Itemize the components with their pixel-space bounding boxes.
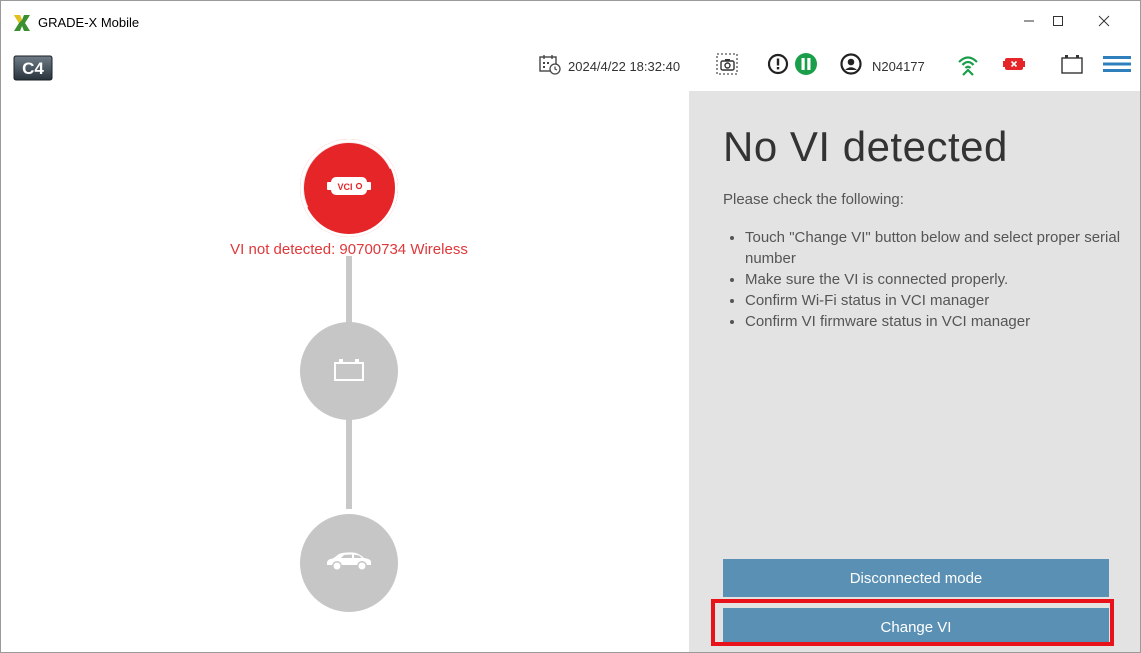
pause-icon — [794, 52, 818, 81]
wireless-status[interactable] — [955, 49, 981, 83]
list-item: Touch "Change VI" button below and selec… — [745, 227, 1140, 269]
alert-button[interactable] — [767, 49, 789, 83]
close-button[interactable] — [1084, 7, 1124, 35]
panel-heading: No VI detected — [723, 123, 1008, 170]
list-item: Confirm VI firmware status in VCI manage… — [745, 311, 1140, 332]
svg-text:C4: C4 — [22, 59, 44, 78]
close-icon — [1098, 15, 1110, 27]
screenshot-button[interactable] — [714, 49, 740, 83]
step-connector — [346, 256, 352, 326]
vci-step-circle[interactable]: VCI — [300, 139, 398, 237]
wireless-icon — [955, 51, 981, 82]
title-bar: GRADE-X Mobile — [1, 1, 1140, 41]
connection-steps-pane: VCI VI not detected: 90700734 Wireless — [1, 91, 689, 652]
list-item: Confirm Wi-Fi status in VCI manager — [745, 290, 1140, 311]
datetime-display: 2024/4/22 18:32:40 — [538, 49, 680, 83]
disconnected-mode-button[interactable]: Disconnected mode — [723, 559, 1109, 597]
vehicle-step-circle[interactable] — [300, 514, 398, 612]
battery-icon — [1060, 52, 1084, 81]
datetime-text: 2024/4/22 18:32:40 — [568, 58, 681, 74]
minimize-icon — [1024, 20, 1034, 22]
vci-status-icon — [1002, 52, 1026, 81]
svg-text:VCI: VCI — [337, 182, 352, 192]
vci-status[interactable] — [1002, 49, 1026, 83]
alert-icon — [767, 53, 789, 80]
info-panel: No VI detected Please check the followin… — [689, 91, 1140, 652]
battery-step-circle[interactable] — [300, 322, 398, 420]
change-vi-button[interactable]: Change VI — [723, 608, 1109, 646]
battery-status[interactable] — [1060, 49, 1084, 83]
main-menu-button[interactable] — [1102, 49, 1132, 83]
maximize-icon — [1053, 16, 1063, 26]
user-account[interactable]: N204177 — [840, 49, 925, 83]
app-window: GRADE-X Mobile C4 2024/4/22 18:32:40 N20… — [0, 0, 1141, 653]
battery-icon — [332, 356, 366, 387]
pause-button[interactable] — [794, 49, 818, 83]
c4-logo[interactable]: C4 — [13, 55, 53, 81]
screenshot-icon — [714, 51, 740, 82]
car-icon — [324, 550, 374, 577]
window-title: GRADE-X Mobile — [38, 15, 140, 30]
step-connector — [346, 419, 352, 509]
menu-icon — [1102, 52, 1132, 81]
toolbar: C4 2024/4/22 18:32:40 N204177 — [1, 41, 1140, 91]
list-item: Make sure the VI is connected properly. — [745, 269, 1140, 290]
app-logo-icon — [12, 13, 32, 33]
maximize-button[interactable] — [1038, 7, 1078, 35]
vci-status-label: VI not detected: 90700734 Wireless — [230, 241, 468, 258]
user-icon — [840, 52, 862, 80]
user-id: N204177 — [872, 58, 925, 74]
vci-device-icon: VCI — [327, 175, 371, 202]
checklist: Touch "Change VI" button below and selec… — [723, 227, 1140, 332]
panel-intro: Please check the following: — [723, 191, 904, 208]
calendar-clock-icon — [538, 52, 562, 81]
